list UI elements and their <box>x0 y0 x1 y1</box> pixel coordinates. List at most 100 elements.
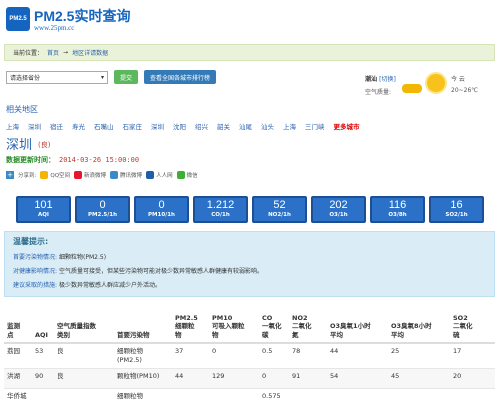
related-city-link[interactable]: 上海 <box>6 121 19 131</box>
share-wechat[interactable]: 微信 <box>176 171 198 179</box>
table-cell: 25 <box>388 343 450 369</box>
metric-co: 1.212 CO/1h <box>193 196 248 223</box>
metric-aqi: 101 AQI <box>16 196 71 223</box>
weibo-icon <box>74 171 83 179</box>
related-city-links: 上海 深圳 宿迁 寿光 石嘴山 石家庄 深圳 沈阳 绍兴 韶关 汕尾 汕头 上海… <box>6 121 360 131</box>
site-title[interactable]: PM2.5实时查询 <box>34 6 130 26</box>
site-url: www.25pm.cc <box>34 24 75 32</box>
table-row: 荔园 53 良 细颗粒物 (PM2.5) 37 0 0.5 78 44 25 1… <box>4 343 495 369</box>
th-pm10: PM10 可吸入颗粒 物 <box>209 303 259 344</box>
th-primary-pollutant: 首要污染物 <box>114 303 172 344</box>
chevron-down-icon: ▾ <box>100 73 104 81</box>
metric-pm10: 0 PM10/1h <box>134 196 189 223</box>
metric-value: 0 <box>158 199 165 212</box>
table-cell: 华侨城 <box>4 388 32 400</box>
share-qzone-label: QQ空间 <box>50 173 71 179</box>
submit-button[interactable]: 提交 <box>114 70 139 84</box>
tip-row: 首要污染物情况: 细颗粒物(PM2.5) <box>13 252 486 261</box>
tencent-weibo-icon <box>110 171 119 179</box>
related-city-link[interactable]: 深圳 <box>151 121 164 131</box>
related-city-link[interactable]: 石家庄 <box>123 121 143 131</box>
share-tencent-weibo-label: 腾讯微博 <box>120 173 143 179</box>
related-areas-title: 相关地区 <box>6 105 38 114</box>
th-co: CO 一氧化 碳 <box>259 303 289 344</box>
th-so2: SO2 二氧化 硫 <box>450 303 495 344</box>
share-weibo[interactable]: 新浪微博 <box>74 171 106 179</box>
table-cell: 91 <box>289 368 327 389</box>
share-tencent-weibo[interactable]: 腾讯微博 <box>110 171 142 179</box>
weather-condition: 今 云 <box>451 76 465 83</box>
site-logo[interactable]: PM2.5 <box>6 7 30 31</box>
related-city-link[interactable]: 石嘴山 <box>94 121 114 131</box>
metric-no2: 52 NO2/1h <box>252 196 307 223</box>
site-header: PM2.5 PM2.5实时查询 www.25pm.cc <box>0 0 500 40</box>
station-table: 监测 点 AQI 空气质量指数 类别 首要污染物 PM2.5 细颗粒 物 PM1… <box>4 303 495 400</box>
table-cell <box>327 388 388 400</box>
table-cell: 78 <box>289 343 327 369</box>
related-city-link[interactable]: 韶关 <box>217 121 230 131</box>
table-cell: 荔园 <box>4 343 32 369</box>
table-cell <box>54 388 114 400</box>
metric-value: 0 <box>99 199 106 212</box>
related-city-link[interactable]: 绍兴 <box>195 121 208 131</box>
table-row: 华侨城 细颗粒物 0.575 <box>4 388 495 400</box>
breadcrumb: 当前位置： 首页 → 地区详请数据 <box>4 44 495 61</box>
related-city-link[interactable]: 寿光 <box>72 121 85 131</box>
related-city-link[interactable]: 宿迁 <box>50 121 63 131</box>
health-tips-panel: 温馨提示: 首要污染物情况: 细颗粒物(PM2.5) 对健康影响情况: 空气质量可接… <box>4 231 495 297</box>
table-cell: 20 <box>450 368 495 389</box>
table-cell <box>450 388 495 400</box>
th-o3-1h: O3臭氧1小时 平均 <box>327 303 388 344</box>
province-select-value: 请选择省份 <box>10 74 41 82</box>
breadcrumb-label: 当前位置： <box>13 50 44 57</box>
related-city-link[interactable]: 三门峡 <box>305 121 325 131</box>
update-time-label: 数据更新时间： <box>6 156 55 164</box>
metric-so2: 16 SO2/1h <box>429 196 484 223</box>
air-quality-icon <box>402 84 422 93</box>
station-table-wrap: 监测 点 AQI 空气质量指数 类别 首要污染物 PM2.5 细颗粒 物 PM1… <box>4 303 495 400</box>
share-row: + 分享到: QQ空间 新浪微博 腾讯微博 人人网 微信 <box>6 171 198 179</box>
table-cell <box>289 388 327 400</box>
related-city-link[interactable]: 深圳 <box>28 121 41 131</box>
share-qzone[interactable]: QQ空间 <box>40 171 70 179</box>
city-rank-button[interactable]: 查看全国各城市排行榜 <box>144 70 217 84</box>
tips-title: 温馨提示: <box>13 237 49 246</box>
tip-key: 对健康影响情况: <box>13 268 58 275</box>
tip-row: 对健康影响情况: 空气质量可接受，但某些污染物可能对极少数异常敏感人群健康有较弱影… <box>13 266 486 275</box>
related-city-link[interactable]: 沈阳 <box>173 121 186 131</box>
breadcrumb-current-link[interactable]: 地区详请数据 <box>72 48 108 57</box>
table-cell: 0 <box>209 343 259 369</box>
table-header-row: 监测 点 AQI 空气质量指数 类别 首要污染物 PM2.5 细颗粒 物 PM1… <box>4 303 495 344</box>
weather-switch-link[interactable]: [切换] <box>379 76 396 83</box>
th-no2: NO2 二氧化 氮 <box>289 303 327 344</box>
tip-key: 建议采取的措施: <box>13 282 58 289</box>
table-cell <box>388 388 450 400</box>
pollutant-metrics: 101 AQI 0 PM2.5/1h 0 PM10/1h 1.212 CO/1h 52 N… <box>16 196 484 223</box>
table-row: 洪湖 90 良 颗粒物(PM10) 44 129 0 91 54 45 20 <box>4 368 495 389</box>
table-cell: 54 <box>327 368 388 389</box>
breadcrumb-home-link[interactable]: 首页 <box>47 48 59 57</box>
table-cell: 细颗粒物 (PM2.5) <box>114 343 172 369</box>
metric-pm25: 0 PM2.5/1h <box>75 196 130 223</box>
metric-label: SO2/1h <box>445 212 468 219</box>
share-renren[interactable]: 人人网 <box>146 171 173 179</box>
weather-city: 潮汕 [切换] <box>365 74 396 83</box>
metric-label: O3/8h <box>388 212 407 219</box>
related-city-link[interactable]: 上海 <box>283 121 296 131</box>
table-cell: 良 <box>54 343 114 369</box>
tip-value: 细颗粒物(PM2.5) <box>59 254 107 261</box>
sun-icon <box>427 74 445 92</box>
related-city-link[interactable]: 汕头 <box>261 121 274 131</box>
weather-air-label: 空气质量: <box>365 89 392 96</box>
share-weibo-label: 新浪微博 <box>84 173 107 179</box>
more-cities-link[interactable]: 更多城市 <box>334 121 360 131</box>
metric-value: 52 <box>273 199 286 212</box>
related-city-link[interactable]: 汕尾 <box>239 121 252 131</box>
tip-value: 空气质量可接受，但某些污染物可能对极少数异常敏感人群健康有较弱影响。 <box>59 268 264 275</box>
province-select[interactable]: 请选择省份 ▾ <box>6 70 108 84</box>
metric-label: CO/1h <box>211 212 230 219</box>
share-wechat-label: 微信 <box>186 173 198 179</box>
wechat-icon <box>176 171 185 179</box>
table-cell <box>32 388 54 400</box>
city-aqi-grade: (良) <box>38 141 51 149</box>
